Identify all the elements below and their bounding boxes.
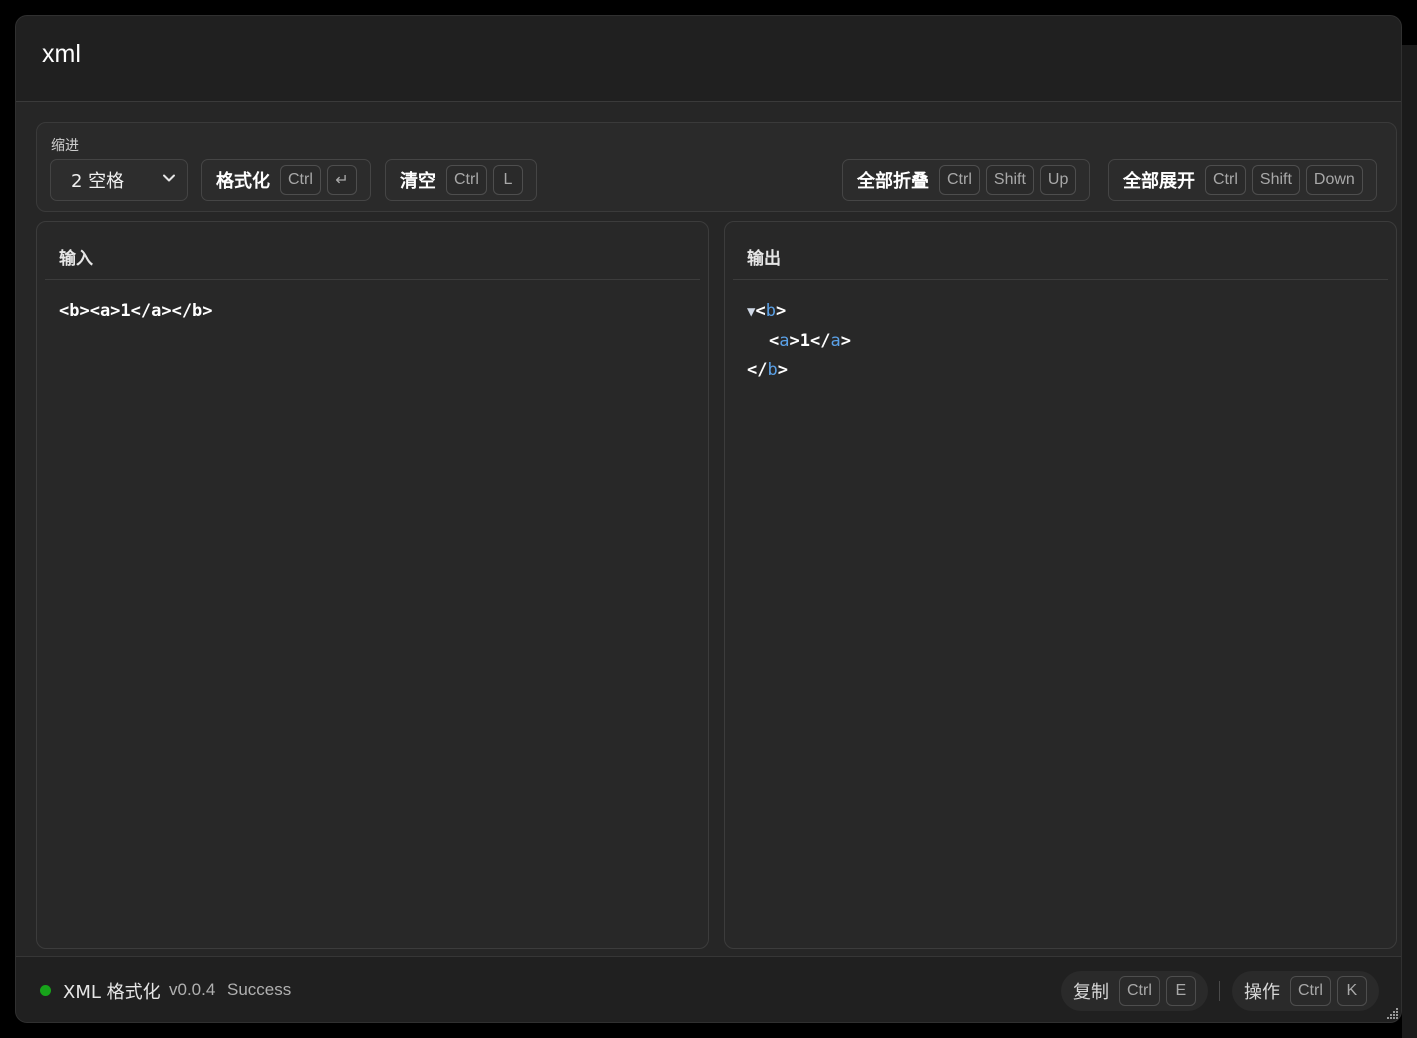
output-tree: ▼<b> <a>1</a> </b> bbox=[747, 297, 851, 385]
shortcut-key: Shift bbox=[985, 165, 1034, 195]
expand-all-label: 全部展开 bbox=[1123, 171, 1195, 192]
shortcut-key: Ctrl bbox=[446, 165, 487, 195]
status-dot-icon bbox=[40, 985, 51, 996]
chevron-down-icon bbox=[163, 174, 175, 182]
app-name: XML 格式化 bbox=[63, 982, 161, 1003]
tag-bracket: > bbox=[775, 301, 787, 321]
tag-bracket: > bbox=[840, 331, 851, 351]
resize-grip-icon[interactable] bbox=[1385, 1006, 1399, 1020]
shortcut-key: Ctrl bbox=[1205, 165, 1246, 195]
indent-label: 缩进 bbox=[51, 138, 79, 154]
tag-bracket: < bbox=[769, 331, 780, 351]
input-panel: 输入 <b><a>1</a></b> bbox=[36, 221, 709, 949]
tag-name: b bbox=[765, 301, 776, 321]
shortcut-key: Down bbox=[1305, 165, 1363, 195]
window-title: xml bbox=[42, 40, 81, 68]
tag-bracket: </ bbox=[747, 360, 768, 380]
output-panel-header: 输出 bbox=[733, 222, 1388, 280]
toolbar: 缩进 2 空格 格式化 Ctrl ↵ 清空 Ctrl L 全部折叠 Ctrl S… bbox=[36, 122, 1397, 212]
tree-node-b: ▼<b> bbox=[747, 297, 851, 327]
input-panel-header: 输入 bbox=[45, 222, 700, 280]
enter-key-icon: ↵ bbox=[326, 165, 357, 195]
tag-name: a bbox=[830, 331, 841, 351]
tag-bracket: > bbox=[777, 360, 788, 380]
indent-select-value: 2 空格 bbox=[71, 171, 125, 192]
tag-bracket: </ bbox=[810, 331, 831, 351]
app-version: v0.0.4 bbox=[169, 980, 216, 999]
background-window-edge bbox=[1402, 45, 1417, 1038]
shortcut-key: E bbox=[1165, 976, 1196, 1006]
shortcut-key: L bbox=[492, 165, 523, 195]
output-panel-title: 输出 bbox=[747, 249, 781, 269]
shortcut-key: K bbox=[1336, 976, 1367, 1006]
copy-button[interactable]: 复制 Ctrl E bbox=[1061, 971, 1208, 1011]
shortcut-key: Shift bbox=[1251, 165, 1300, 195]
shortcut-key: Up bbox=[1039, 165, 1077, 195]
copy-button-label: 复制 bbox=[1073, 982, 1109, 1003]
title-bar: xml bbox=[16, 16, 1401, 102]
shortcut-key: Ctrl bbox=[1119, 976, 1160, 1006]
actions-button[interactable]: 操作 Ctrl K bbox=[1232, 971, 1379, 1011]
clear-button[interactable]: 清空 Ctrl L bbox=[385, 159, 537, 201]
tag-bracket: < bbox=[755, 301, 766, 321]
input-editor[interactable]: <b><a>1</a></b> bbox=[59, 297, 213, 326]
tree-node-a: <a>1</a> bbox=[747, 327, 851, 356]
text-node: 1 bbox=[799, 331, 810, 351]
shortcut-key: Ctrl bbox=[939, 165, 980, 195]
input-panel-title: 输入 bbox=[59, 249, 93, 269]
divider bbox=[1219, 981, 1220, 1001]
clear-button-label: 清空 bbox=[400, 171, 436, 192]
app-window: xml 缩进 2 空格 格式化 Ctrl ↵ 清空 Ctrl L 全部折叠 Ct… bbox=[15, 15, 1402, 1023]
shortcut-key: Ctrl bbox=[1290, 976, 1331, 1006]
expand-all-button[interactable]: 全部展开 Ctrl Shift Down bbox=[1108, 159, 1377, 201]
collapse-all-label: 全部折叠 bbox=[857, 171, 929, 192]
status-text: Success bbox=[227, 980, 292, 999]
format-button-label: 格式化 bbox=[216, 171, 270, 192]
tag-name: a bbox=[779, 331, 790, 351]
tag-bracket: > bbox=[789, 331, 800, 351]
format-button[interactable]: 格式化 Ctrl ↵ bbox=[201, 159, 371, 201]
shortcut-key: Ctrl bbox=[280, 165, 321, 195]
tree-node-b-close: </b> bbox=[747, 356, 851, 385]
tag-name: b bbox=[767, 360, 778, 380]
status-bar: XML 格式化 v0.0.4 Success 复制 Ctrl E 操作 Ctrl… bbox=[16, 956, 1401, 1022]
actions-button-label: 操作 bbox=[1244, 982, 1280, 1003]
output-panel: 输出 ▼<b> <a>1</a> </b> bbox=[724, 221, 1397, 949]
indent-select[interactable]: 2 空格 bbox=[50, 159, 188, 201]
collapse-all-button[interactable]: 全部折叠 Ctrl Shift Up bbox=[842, 159, 1091, 201]
